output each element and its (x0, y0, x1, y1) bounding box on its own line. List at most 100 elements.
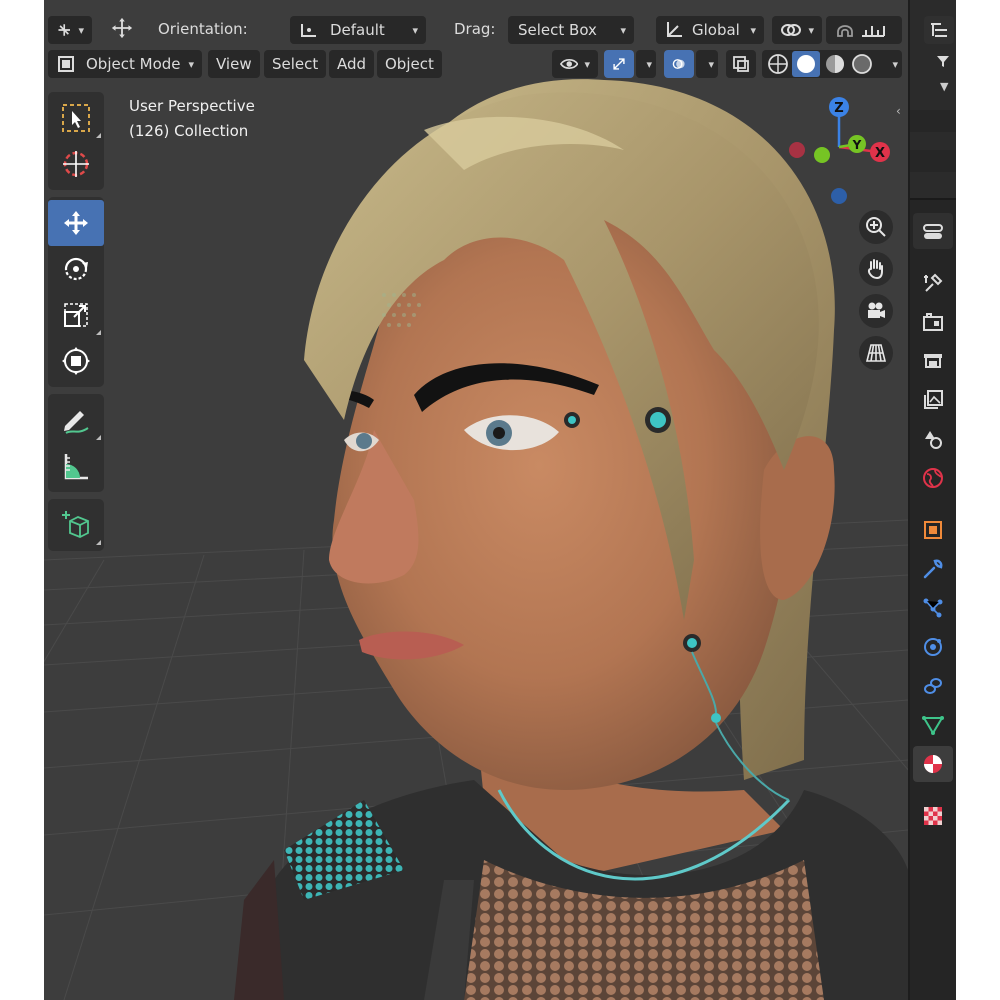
filter-icon (937, 56, 949, 67)
transform-orientation-dropdown[interactable]: Global ▾ (656, 16, 764, 44)
tab-view-layer[interactable] (913, 382, 953, 418)
tab-scene[interactable] (913, 421, 953, 457)
select-box-tool[interactable] (48, 95, 104, 141)
menu-view[interactable]: View (208, 50, 260, 78)
visibility-dropdown[interactable]: ▾ (552, 50, 598, 78)
annotate-pencil-icon (64, 411, 89, 434)
pan-button[interactable] (859, 252, 893, 286)
menu-object[interactable]: Object (377, 50, 442, 78)
cursor-icon (63, 151, 89, 177)
outliner-row[interactable] (910, 150, 956, 172)
collection-label: (126) Collection (129, 122, 249, 140)
neg-z-axis-handle[interactable] (831, 188, 847, 204)
rotate-tool[interactable] (48, 246, 104, 292)
perspective-label: User Perspective (129, 97, 255, 115)
viewport-info: User Perspective (126) Collection (129, 94, 255, 144)
chevron-down-icon: ▾ (620, 23, 626, 37)
scale-tool[interactable] (48, 292, 104, 338)
sidebar-collapse-arrow[interactable]: ‹ (896, 104, 908, 122)
outliner-editor-type[interactable] (924, 16, 954, 44)
outliner: ▼ (910, 0, 956, 200)
world-icon (923, 468, 943, 488)
tab-material[interactable] (913, 746, 953, 782)
outliner-expand-arrow[interactable]: ▼ (940, 80, 948, 93)
drag-dropdown[interactable]: Select Box ▾ (508, 16, 634, 44)
eye-icon (560, 59, 579, 69)
menu-select[interactable]: Select (264, 50, 327, 78)
tab-texture[interactable] (913, 798, 953, 834)
transform-icon (62, 347, 90, 375)
cursor-tool[interactable] (48, 141, 104, 187)
outliner-row[interactable] (910, 110, 956, 132)
neg-y-axis-handle[interactable] (814, 147, 830, 163)
perspective-toggle-button[interactable] (859, 336, 893, 370)
z-axis-label: Z (834, 101, 843, 116)
transform-pivot-dropdown[interactable]: ▾ (48, 16, 92, 44)
tool-settings-icon (924, 273, 943, 292)
object-mode-icon (58, 56, 74, 72)
material-shading-icon[interactable] (823, 52, 847, 76)
solid-shading-active[interactable] (792, 51, 820, 77)
properties-editor: ▼ (910, 0, 956, 1000)
properties-editor-type[interactable] (913, 213, 953, 249)
add-cube-tool[interactable] (48, 502, 104, 548)
global-axes-icon (667, 22, 682, 37)
chevron-down-icon: ▾ (188, 57, 194, 71)
camera-icon (868, 302, 885, 318)
snap-increment-icon (862, 26, 885, 37)
wireframe-shading-icon[interactable] (766, 52, 790, 76)
gizmo-toggle-button[interactable] (604, 50, 634, 78)
tab-render[interactable] (913, 304, 953, 340)
properties-tabs (910, 210, 956, 837)
outliner-filter[interactable] (936, 54, 950, 68)
rendered-shading-icon[interactable] (850, 52, 874, 76)
orientation-value: Default (330, 21, 385, 39)
move-tool[interactable] (48, 200, 104, 246)
tab-object-data[interactable] (913, 707, 953, 743)
link-icon (781, 24, 801, 36)
3d-viewport[interactable]: ▾ Orientation: Default ▾ Drag: Select Bo… (44, 0, 908, 1000)
add-cube-icon (62, 511, 89, 538)
tab-object[interactable] (913, 512, 953, 548)
overlays-toggle-button[interactable] (664, 50, 694, 78)
chevron-down-icon: ▾ (412, 23, 418, 37)
chevron-down-icon: ▾ (892, 57, 898, 71)
chevron-down-icon: ▾ (750, 23, 756, 37)
particles-icon (923, 598, 943, 618)
tool-shelf (48, 92, 106, 558)
mode-dropdown[interactable]: Object Mode ▾ (48, 50, 202, 78)
chevron-down-icon: ▾ (584, 57, 590, 71)
shading-buttons[interactable]: ▾ (762, 50, 902, 78)
tab-constraints[interactable] (913, 668, 953, 704)
scene-icon (925, 431, 942, 449)
hand-icon (867, 259, 883, 280)
orientation-dropdown[interactable]: Default ▾ (290, 16, 426, 44)
tab-world[interactable] (913, 460, 953, 496)
annotate-tool[interactable] (48, 397, 104, 443)
x-axis-label: X (875, 146, 885, 161)
move-arrows-button[interactable] (102, 14, 142, 42)
menu-add[interactable]: Add (329, 50, 375, 78)
tab-modifiers[interactable] (913, 551, 953, 587)
tab-tool[interactable] (913, 265, 953, 301)
tab-output[interactable] (913, 343, 953, 379)
transform-tool[interactable] (48, 338, 104, 384)
tab-particles[interactable] (913, 590, 953, 626)
scale-icon (64, 303, 88, 327)
output-printer-icon (924, 354, 942, 368)
neg-x-axis-handle[interactable] (789, 142, 805, 158)
measure-tool[interactable] (48, 443, 104, 489)
tab-physics[interactable] (913, 629, 953, 665)
object-icon (924, 521, 942, 539)
xray-toggle-button[interactable] (726, 50, 756, 78)
navigation-gizmo[interactable]: Z Y X (779, 92, 899, 212)
overlays-dropdown[interactable]: ▾ (696, 50, 718, 78)
y-axis-label: Y (852, 138, 862, 152)
proportional-edit-button[interactable] (826, 16, 902, 44)
outliner-icon (931, 23, 947, 37)
gizmo-dropdown[interactable]: ▾ (636, 50, 656, 78)
camera-view-button[interactable] (859, 294, 893, 328)
tool-group-add (48, 499, 104, 551)
zoom-button[interactable] (859, 210, 893, 244)
snap-dropdown[interactable]: ▾ (772, 16, 822, 44)
